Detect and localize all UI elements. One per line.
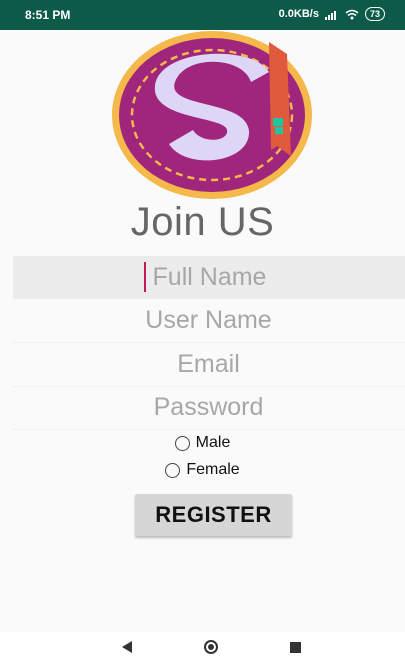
radio-button-male[interactable]	[174, 435, 190, 451]
wifi-icon	[345, 9, 359, 19]
radio-button-female[interactable]	[165, 462, 181, 478]
user-name-field[interactable]: User Name	[12, 299, 405, 343]
recents-icon[interactable]	[290, 642, 301, 653]
radio-female[interactable]: Female	[0, 461, 405, 479]
full-name-placeholder: Full Name	[152, 263, 267, 291]
password-placeholder: Password	[153, 393, 264, 421]
radio-male[interactable]: Male	[0, 434, 405, 452]
network-speed: 0.0KB/s	[278, 8, 319, 20]
radio-male-label: Male	[195, 434, 231, 451]
app-logo	[112, 31, 312, 199]
navigation-bar	[0, 632, 405, 662]
user-name-placeholder: User Name	[145, 306, 272, 334]
page-title: Join US	[130, 200, 275, 244]
status-time: 8:51 PM	[25, 8, 71, 22]
text-caret	[144, 262, 146, 292]
radio-female-label: Female	[186, 461, 240, 478]
battery-icon: 73	[364, 7, 385, 21]
email-placeholder: Email	[177, 350, 240, 378]
full-name-field[interactable]: Full Name	[13, 256, 405, 299]
status-icons: 0.0KB/s 73	[279, 7, 385, 21]
email-field[interactable]: Email	[12, 343, 405, 387]
password-field[interactable]: Password	[12, 386, 405, 430]
signal-icon	[324, 10, 336, 20]
home-icon[interactable]	[204, 640, 218, 654]
status-bar: 8:51 PM 0.0KB/s 73	[0, 0, 405, 30]
register-button[interactable]: REGISTER	[135, 494, 292, 536]
back-icon[interactable]	[122, 641, 132, 653]
